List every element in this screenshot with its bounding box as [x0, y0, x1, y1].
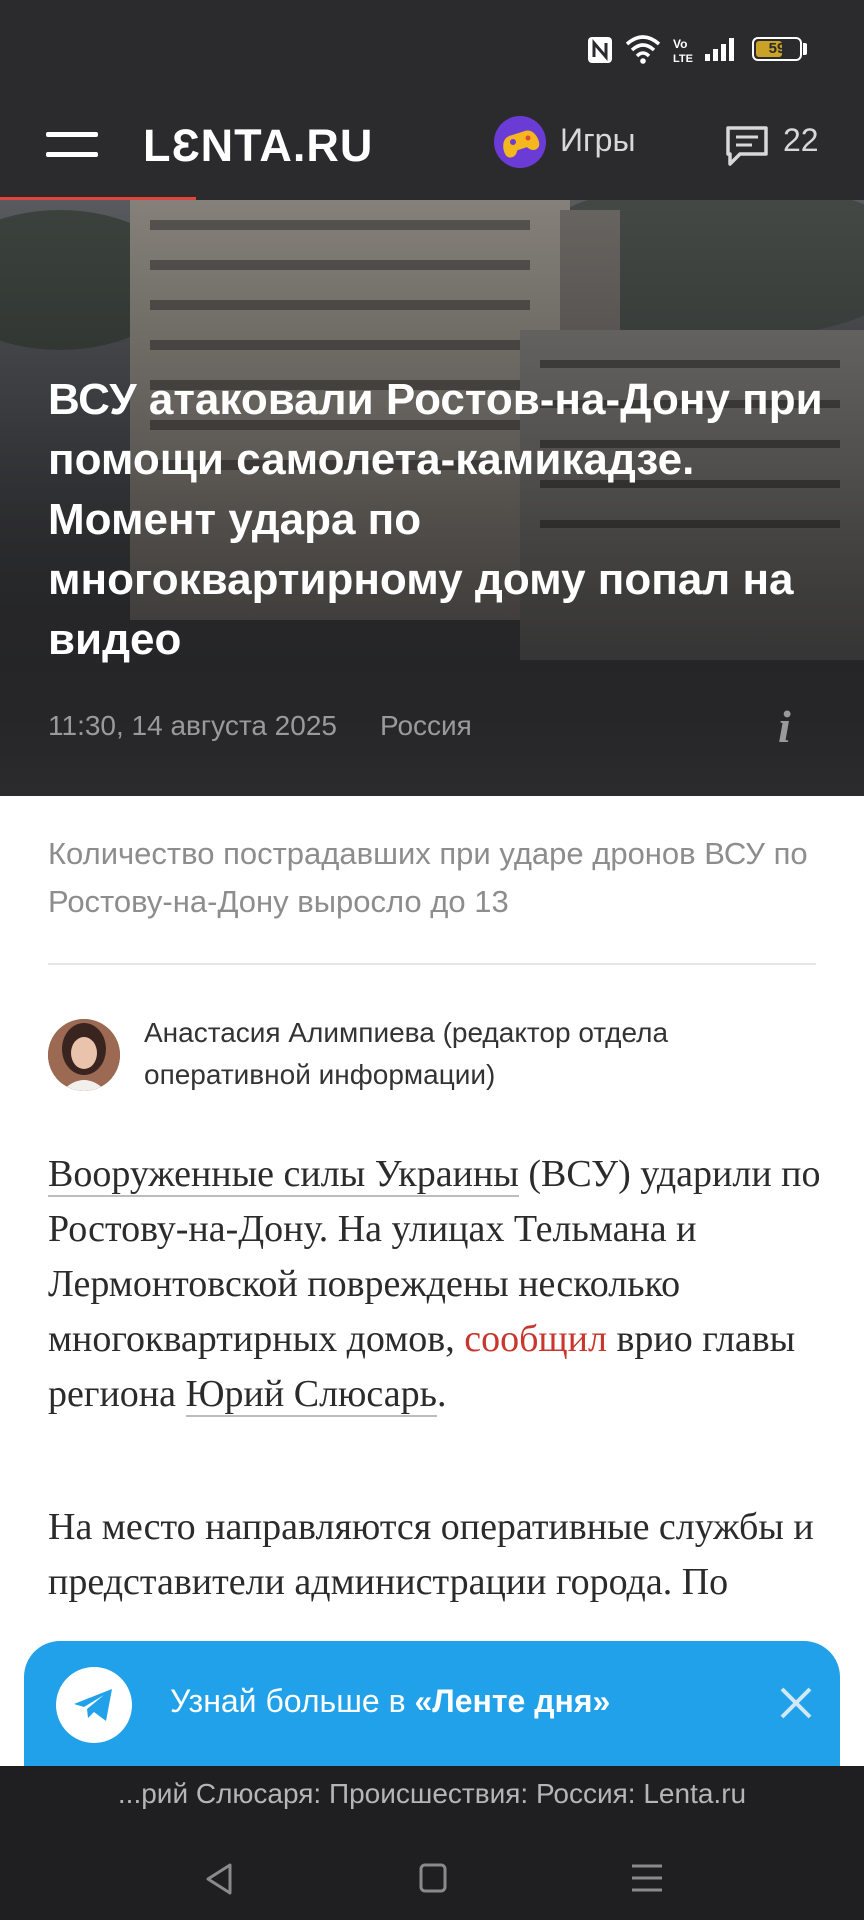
page-title-bar[interactable]: ...рий Слюсаря: Происшествия: Россия: Le… — [0, 1778, 864, 1810]
wifi-icon — [625, 35, 661, 64]
link-source[interactable]: сообщил — [464, 1318, 607, 1360]
divider — [48, 963, 816, 965]
nfc-icon — [588, 37, 612, 63]
article-date: 11:30, 14 августа 2025 — [48, 710, 337, 741]
article-lead: Количество пострадавших при ударе дронов… — [48, 836, 808, 919]
author-avatar[interactable] — [48, 1019, 120, 1091]
banner-prefix: Узнай больше в — [170, 1683, 415, 1719]
signal-icon — [705, 38, 734, 61]
gamepad-icon — [494, 116, 546, 168]
back-nav-icon[interactable] — [204, 1862, 234, 1896]
home-nav-icon[interactable] — [418, 1862, 448, 1894]
status-bar: Vo LTE 59 — [0, 0, 864, 100]
comment-icon — [726, 126, 768, 166]
article-rubric[interactable]: Россия — [380, 710, 472, 742]
browser-bottom-bar: ...рий Слюсаря: Происшествия: Россия: Le… — [0, 1766, 864, 1920]
volte-icon: Vo LTE — [673, 37, 693, 64]
svg-text:Vo: Vo — [673, 37, 687, 51]
link-armed-forces[interactable]: Вооруженные силы Украины — [48, 1153, 519, 1197]
battery-level: 59 — [768, 40, 786, 57]
article-title: ВСУ атаковали Ростов-на-Дону при помощи … — [48, 375, 823, 664]
battery-icon: 59 — [752, 37, 802, 61]
telegram-icon — [56, 1667, 132, 1743]
article-paragraph: Вооруженные силы Украины (ВСУ) ударили п… — [48, 1147, 828, 1422]
telegram-banner[interactable]: Узнай больше в «Ленте дня» — [24, 1641, 840, 1771]
link-person[interactable]: Юрий Слюсарь — [185, 1373, 437, 1417]
banner-highlight: «Ленте дня» — [414, 1683, 611, 1719]
svg-text:LTE: LTE — [673, 53, 693, 64]
menu-button[interactable] — [46, 130, 98, 170]
avatar-image — [48, 1019, 120, 1091]
comments-count[interactable]: 22 — [783, 122, 819, 159]
article-paragraph: На место направляются оперативные службы… — [48, 1506, 814, 1603]
paragraph-text: . — [436, 1373, 447, 1415]
recent-apps-icon[interactable] — [630, 1862, 664, 1894]
banner-text[interactable]: Узнай больше в «Ленте дня» — [170, 1683, 610, 1720]
author-name[interactable]: Анастасия Алимпиева (редактор отдела опе… — [144, 1012, 824, 1096]
site-logo[interactable]: LƐNTA.RU — [143, 120, 373, 172]
close-icon[interactable] — [772, 1679, 820, 1727]
info-icon[interactable]: i — [778, 700, 791, 753]
article-hero: ВСУ атаковали Ростов-на-Дону при помощи … — [0, 200, 864, 796]
games-label[interactable]: Игры — [560, 122, 635, 159]
site-header: LƐNTA.RU Игры 22 — [0, 100, 864, 200]
